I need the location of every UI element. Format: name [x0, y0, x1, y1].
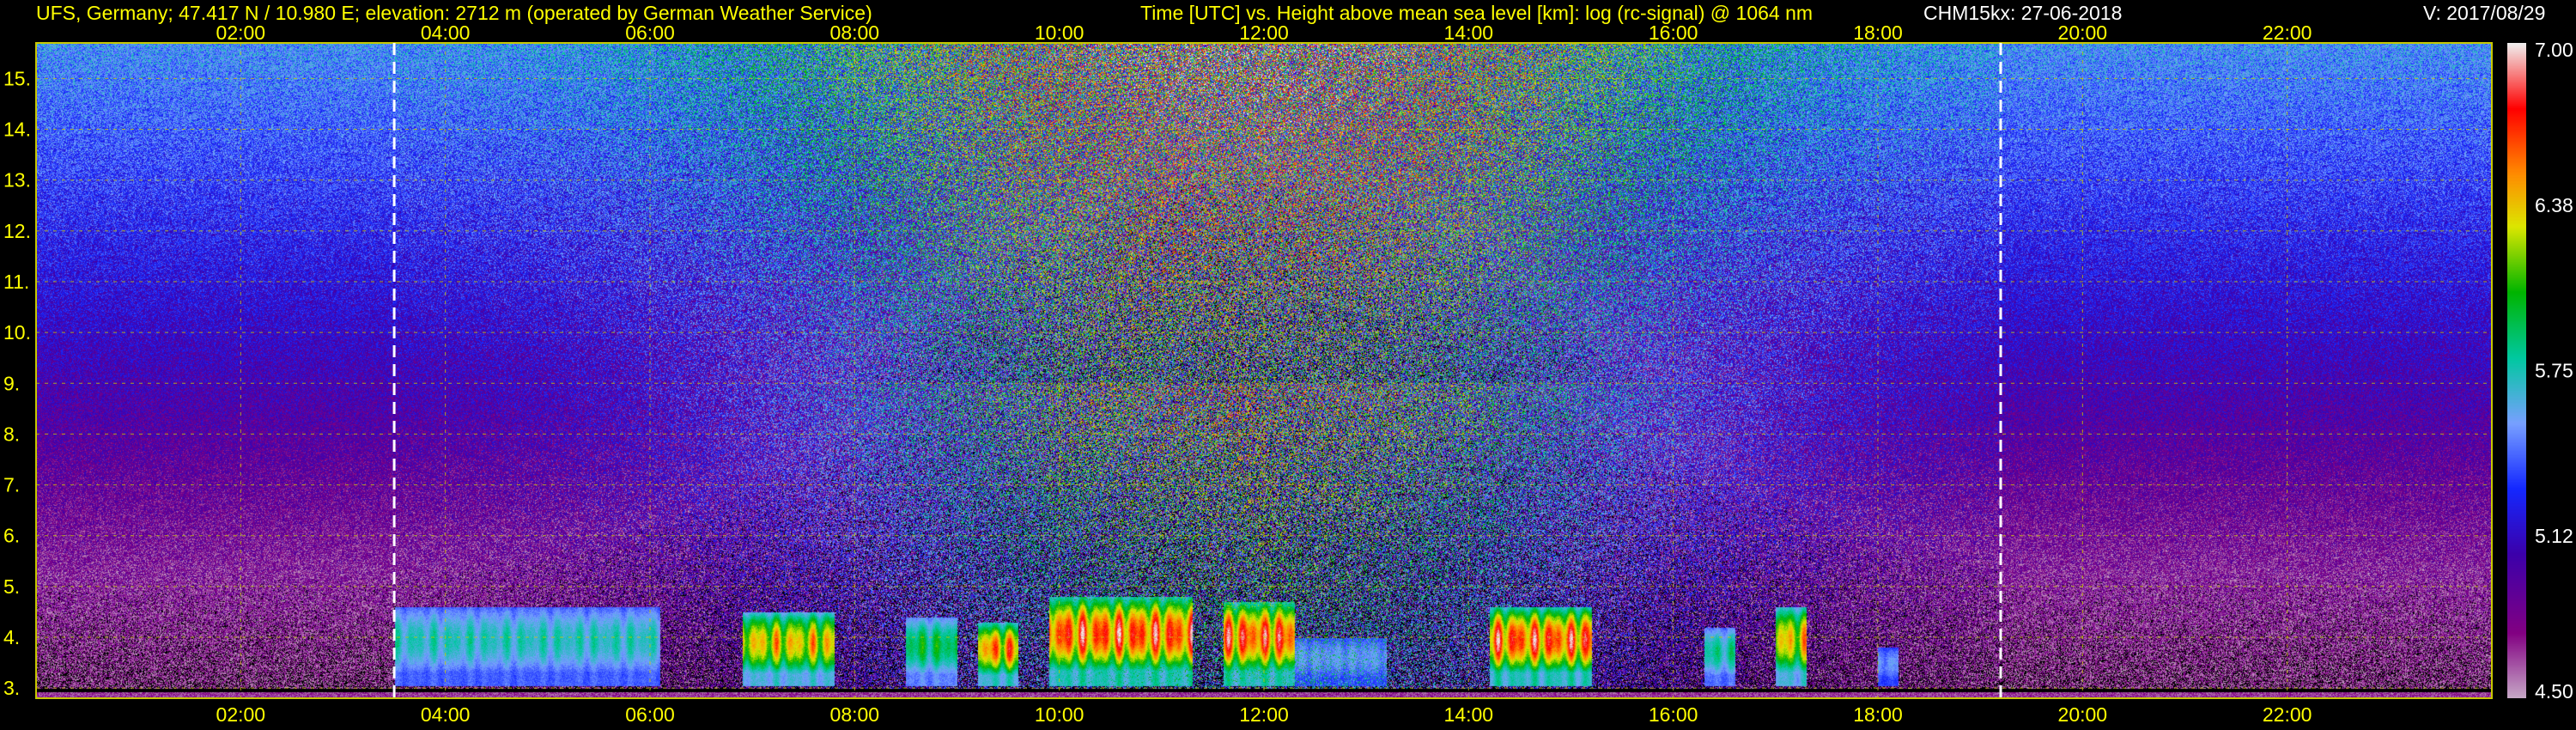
- x-tick-label-bottom: 22:00: [2263, 703, 2312, 726]
- x-tick-label-bottom: 14:00: [1444, 703, 1494, 726]
- instrument-date: CHM15kx: 27-06-2018: [1923, 2, 2123, 24]
- colorbar-label: 5.75: [2535, 360, 2573, 382]
- backscatter-heatmap: [36, 43, 2492, 698]
- x-tick-label-top: 10:00: [1035, 21, 1084, 44]
- version-label: V: 2017/08/29: [2423, 2, 2546, 24]
- x-tick-label-bottom: 02:00: [216, 703, 266, 726]
- y-tick-label: 5.: [3, 575, 20, 598]
- y-tick-label: 15.: [3, 67, 31, 89]
- y-tick-label: 8.: [3, 423, 20, 445]
- x-tick-label-bottom: 10:00: [1035, 703, 1084, 726]
- x-tick-label-bottom: 06:00: [625, 703, 675, 726]
- y-tick-label: 6.: [3, 525, 20, 547]
- y-tick-label: 3.: [3, 677, 20, 699]
- y-tick-label: 4.: [3, 626, 20, 648]
- y-tick-label: 13.: [3, 169, 31, 192]
- x-tick-label-bottom: 04:00: [421, 703, 471, 726]
- y-tick-label: 7.: [3, 474, 20, 496]
- x-tick-label-bottom: 12:00: [1239, 703, 1289, 726]
- y-tick-label: 14.: [3, 119, 31, 141]
- y-tick-label: 9.: [3, 372, 20, 394]
- x-tick-label-bottom: 16:00: [1649, 703, 1698, 726]
- y-tick-label: 10.: [3, 321, 31, 344]
- colorbar: [2507, 43, 2526, 698]
- colorbar-label: 4.50: [2535, 680, 2573, 703]
- y-tick-label: 11.: [3, 271, 29, 293]
- x-tick-label-top: 18:00: [1853, 21, 1903, 44]
- y-tick-label: 12.: [3, 220, 31, 242]
- plot-description: Time [UTC] vs. Height above mean sea lev…: [1140, 2, 1814, 24]
- colorbar-label: 6.38: [2535, 194, 2573, 216]
- station-info: UFS, Germany; 47.417 N / 10.980 E; eleva…: [36, 2, 872, 24]
- x-tick-label-bottom: 20:00: [2058, 703, 2108, 726]
- x-tick-label-bottom: 18:00: [1853, 703, 1903, 726]
- colorbar-label: 7.00: [2535, 39, 2573, 61]
- x-tick-label-bottom: 08:00: [830, 703, 880, 726]
- x-tick-label-top: 22:00: [2263, 21, 2312, 44]
- colorbar-label: 5.12: [2535, 525, 2573, 547]
